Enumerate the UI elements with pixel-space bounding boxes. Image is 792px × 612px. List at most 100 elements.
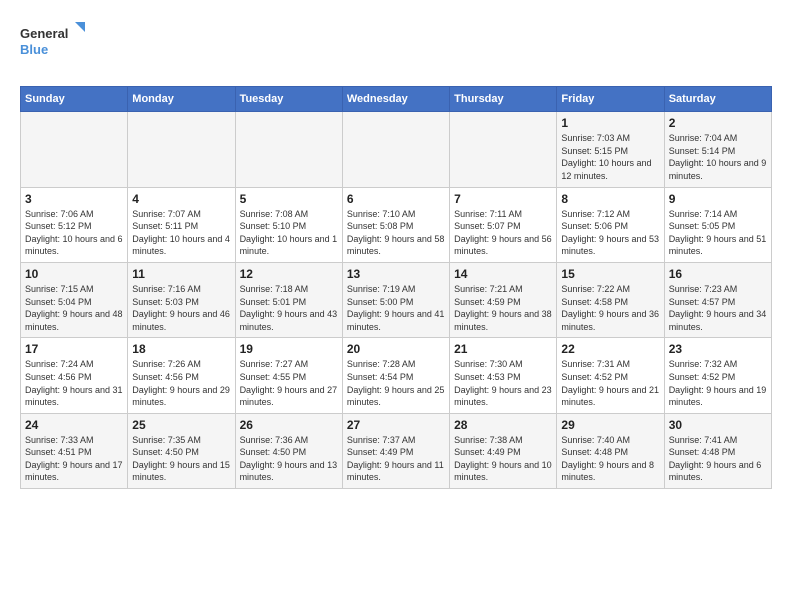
day-number: 21 (454, 342, 552, 356)
day-info: Sunrise: 7:41 AM Sunset: 4:48 PM Dayligh… (669, 434, 767, 484)
calendar-cell: 30 Sunrise: 7:41 AM Sunset: 4:48 PM Dayli… (664, 413, 771, 488)
calendar-cell: 1 Sunrise: 7:03 AM Sunset: 5:15 PM Daylig… (557, 112, 664, 187)
day-info: Sunrise: 7:14 AM Sunset: 5:05 PM Dayligh… (669, 208, 767, 258)
calendar-cell: 25 Sunrise: 7:35 AM Sunset: 4:50 PM Dayli… (128, 413, 235, 488)
calendar-cell (128, 112, 235, 187)
day-number: 8 (561, 192, 659, 206)
day-number: 5 (240, 192, 338, 206)
day-number: 4 (132, 192, 230, 206)
calendar-cell: 11 Sunrise: 7:16 AM Sunset: 5:03 PM Dayli… (128, 262, 235, 337)
calendar-cell: 2 Sunrise: 7:04 AM Sunset: 5:14 PM Daylig… (664, 112, 771, 187)
day-number: 11 (132, 267, 230, 281)
day-number: 13 (347, 267, 445, 281)
day-number: 12 (240, 267, 338, 281)
day-number: 24 (25, 418, 123, 432)
calendar-cell: 18Sunrise: 7:26 AM Sunset: 4:56 PM Dayli… (128, 338, 235, 413)
calendar-cell: 13Sunrise: 7:19 AM Sunset: 5:00 PM Dayli… (342, 262, 449, 337)
day-info: Sunrise: 7:31 AM Sunset: 4:52 PM Dayligh… (561, 358, 659, 408)
calendar-cell: 10Sunrise: 7:15 AM Sunset: 5:04 PM Dayli… (21, 262, 128, 337)
day-number: 19 (240, 342, 338, 356)
column-header-wednesday: Wednesday (342, 87, 449, 112)
calendar-cell: 14 Sunrise: 7:21 AM Sunset: 4:59 PM Dayli… (450, 262, 557, 337)
calendar-cell: 22 Sunrise: 7:31 AM Sunset: 4:52 PM Dayli… (557, 338, 664, 413)
day-info: Sunrise: 7:27 AM Sunset: 4:55 PM Dayligh… (240, 358, 338, 408)
calendar-header: SundayMondayTuesdayWednesdayThursdayFrid… (21, 87, 772, 112)
day-info: Sunrise: 7:28 AM Sunset: 4:54 PM Dayligh… (347, 358, 445, 408)
header-row: SundayMondayTuesdayWednesdayThursdayFrid… (21, 87, 772, 112)
column-header-saturday: Saturday (664, 87, 771, 112)
calendar-cell: 26 Sunrise: 7:36 AM Sunset: 4:50 PM Dayli… (235, 413, 342, 488)
day-number: 9 (669, 192, 767, 206)
column-header-friday: Friday (557, 87, 664, 112)
calendar-cell: 27Sunrise: 7:37 AM Sunset: 4:49 PM Dayli… (342, 413, 449, 488)
day-info: Sunrise: 7:26 AM Sunset: 4:56 PM Dayligh… (132, 358, 230, 408)
day-info: Sunrise: 7:24 AM Sunset: 4:56 PM Dayligh… (25, 358, 123, 408)
column-header-thursday: Thursday (450, 87, 557, 112)
calendar-cell: 20 Sunrise: 7:28 AM Sunset: 4:54 PM Dayli… (342, 338, 449, 413)
day-number: 14 (454, 267, 552, 281)
calendar-cell: 17 Sunrise: 7:24 AM Sunset: 4:56 PM Dayli… (21, 338, 128, 413)
day-info: Sunrise: 7:12 AM Sunset: 5:06 PM Dayligh… (561, 208, 659, 258)
calendar-cell (235, 112, 342, 187)
day-number: 3 (25, 192, 123, 206)
day-info: Sunrise: 7:22 AM Sunset: 4:58 PM Dayligh… (561, 283, 659, 333)
day-number: 23 (669, 342, 767, 356)
calendar-week-4: 17 Sunrise: 7:24 AM Sunset: 4:56 PM Dayli… (21, 338, 772, 413)
day-info: Sunrise: 7:38 AM Sunset: 4:49 PM Dayligh… (454, 434, 552, 484)
day-number: 29 (561, 418, 659, 432)
column-header-tuesday: Tuesday (235, 87, 342, 112)
day-info: Sunrise: 7:16 AM Sunset: 5:03 PM Dayligh… (132, 283, 230, 333)
day-number: 2 (669, 116, 767, 130)
day-number: 6 (347, 192, 445, 206)
calendar-cell: 23Sunrise: 7:32 AM Sunset: 4:52 PM Dayli… (664, 338, 771, 413)
calendar-cell: 9 Sunrise: 7:14 AM Sunset: 5:05 PM Daylig… (664, 187, 771, 262)
page-header: General Blue (20, 20, 772, 70)
calendar-cell: 19 Sunrise: 7:27 AM Sunset: 4:55 PM Dayli… (235, 338, 342, 413)
calendar-cell: 6 Sunrise: 7:10 AM Sunset: 5:08 PM Daylig… (342, 187, 449, 262)
day-info: Sunrise: 7:36 AM Sunset: 4:50 PM Dayligh… (240, 434, 338, 484)
day-info: Sunrise: 7:21 AM Sunset: 4:59 PM Dayligh… (454, 283, 552, 333)
calendar-cell: 21 Sunrise: 7:30 AM Sunset: 4:53 PM Dayli… (450, 338, 557, 413)
day-info: Sunrise: 7:18 AM Sunset: 5:01 PM Dayligh… (240, 283, 338, 333)
svg-text:General: General (20, 26, 68, 41)
day-number: 25 (132, 418, 230, 432)
day-number: 20 (347, 342, 445, 356)
logo-text: General Blue (20, 20, 90, 70)
day-info: Sunrise: 7:11 AM Sunset: 5:07 PM Dayligh… (454, 208, 552, 258)
calendar-cell: 16Sunrise: 7:23 AM Sunset: 4:57 PM Dayli… (664, 262, 771, 337)
calendar-cell (450, 112, 557, 187)
day-info: Sunrise: 7:40 AM Sunset: 4:48 PM Dayligh… (561, 434, 659, 484)
calendar-cell: 8 Sunrise: 7:12 AM Sunset: 5:06 PM Daylig… (557, 187, 664, 262)
logo-svg: General Blue (20, 20, 90, 65)
day-number: 22 (561, 342, 659, 356)
day-number: 16 (669, 267, 767, 281)
day-number: 10 (25, 267, 123, 281)
calendar-table: SundayMondayTuesdayWednesdayThursdayFrid… (20, 86, 772, 489)
day-info: Sunrise: 7:33 AM Sunset: 4:51 PM Dayligh… (25, 434, 123, 484)
day-number: 26 (240, 418, 338, 432)
day-number: 15 (561, 267, 659, 281)
calendar-cell: 24 Sunrise: 7:33 AM Sunset: 4:51 PM Dayli… (21, 413, 128, 488)
day-info: Sunrise: 7:37 AM Sunset: 4:49 PM Dayligh… (347, 434, 445, 484)
day-number: 17 (25, 342, 123, 356)
calendar-week-5: 24 Sunrise: 7:33 AM Sunset: 4:51 PM Dayli… (21, 413, 772, 488)
day-info: Sunrise: 7:03 AM Sunset: 5:15 PM Dayligh… (561, 132, 659, 182)
svg-text:Blue: Blue (20, 42, 48, 57)
calendar-cell: 15 Sunrise: 7:22 AM Sunset: 4:58 PM Dayli… (557, 262, 664, 337)
calendar-body: 1 Sunrise: 7:03 AM Sunset: 5:15 PM Daylig… (21, 112, 772, 489)
calendar-week-1: 1 Sunrise: 7:03 AM Sunset: 5:15 PM Daylig… (21, 112, 772, 187)
day-info: Sunrise: 7:35 AM Sunset: 4:50 PM Dayligh… (132, 434, 230, 484)
calendar-week-2: 3Sunrise: 7:06 AM Sunset: 5:12 PM Daylig… (21, 187, 772, 262)
calendar-cell: 29 Sunrise: 7:40 AM Sunset: 4:48 PM Dayli… (557, 413, 664, 488)
column-header-monday: Monday (128, 87, 235, 112)
day-number: 30 (669, 418, 767, 432)
day-info: Sunrise: 7:04 AM Sunset: 5:14 PM Dayligh… (669, 132, 767, 182)
calendar-cell: 5Sunrise: 7:08 AM Sunset: 5:10 PM Daylig… (235, 187, 342, 262)
day-info: Sunrise: 7:30 AM Sunset: 4:53 PM Dayligh… (454, 358, 552, 408)
day-number: 1 (561, 116, 659, 130)
calendar-cell: 28 Sunrise: 7:38 AM Sunset: 4:49 PM Dayli… (450, 413, 557, 488)
column-header-sunday: Sunday (21, 87, 128, 112)
day-number: 28 (454, 418, 552, 432)
day-number: 7 (454, 192, 552, 206)
day-info: Sunrise: 7:10 AM Sunset: 5:08 PM Dayligh… (347, 208, 445, 258)
